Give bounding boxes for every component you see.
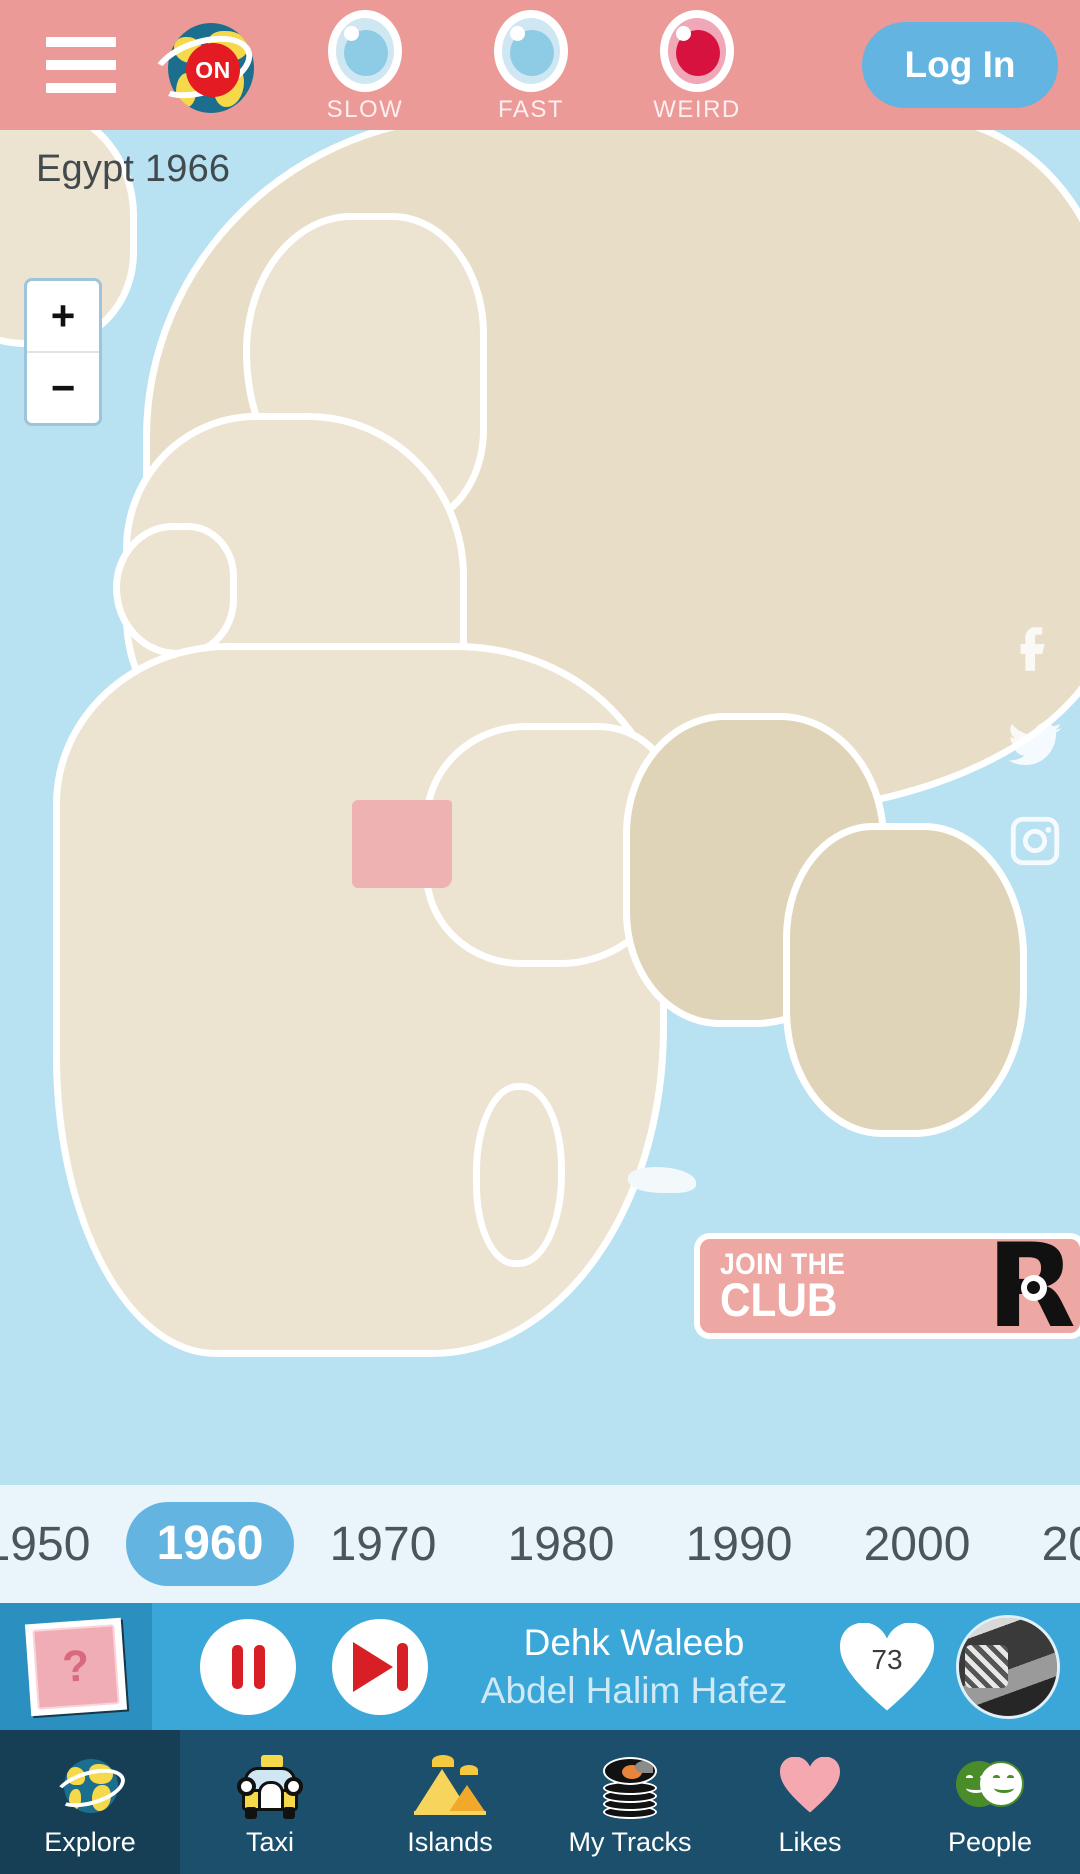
hamburger-bar — [46, 83, 116, 93]
album-sleeve: ? — [24, 1617, 128, 1716]
hamburger-bar — [46, 37, 116, 47]
landmass-madagascar — [480, 1090, 558, 1260]
on-badge: ON — [186, 43, 240, 97]
app-root: ON SLOW FAST WEIRD Log In Egypt 1966 + −… — [0, 0, 1080, 1874]
nav-item-people[interactable]: People — [900, 1730, 1080, 1874]
like-count: 73 — [871, 1643, 903, 1675]
twitter-icon[interactable] — [1006, 716, 1064, 774]
nav-item-taxi[interactable]: Taxi — [180, 1730, 360, 1874]
login-button[interactable]: Log In — [862, 22, 1058, 108]
album-art-placeholder: ? — [60, 1640, 92, 1692]
nav-item-explore[interactable]: Explore — [0, 1730, 180, 1874]
eye-bubble-icon — [660, 10, 734, 92]
island-icon — [414, 1754, 486, 1821]
decade-1950[interactable]: 1950 — [0, 1517, 126, 1572]
nav-label-likes: Likes — [778, 1826, 842, 1857]
decade-1990[interactable]: 1990 — [650, 1517, 828, 1572]
club-banner-line2: CLUB — [720, 1273, 838, 1327]
nav-label-explore: Explore — [44, 1826, 136, 1857]
join-the-club-banner[interactable]: JOIN THE CLUB R — [694, 1233, 1080, 1339]
track-title: Dehk Waleeb — [523, 1622, 745, 1664]
people-smiley-icon — [954, 1755, 1026, 1821]
mode-button-slow[interactable]: SLOW — [318, 6, 412, 124]
hamburger-menu-icon[interactable] — [46, 37, 116, 93]
eye-bubble-icon — [494, 10, 568, 92]
landmass-southeast-asia — [790, 830, 1020, 1130]
bottom-navigation: Explore Taxi Islands My Tracks Likes Peo… — [0, 1730, 1080, 1874]
next-track-button[interactable] — [332, 1618, 428, 1715]
decade-1970[interactable]: 1970 — [294, 1517, 472, 1572]
nav-label-my-tracks: My Tracks — [568, 1826, 692, 1857]
decade-1980[interactable]: 1980 — [472, 1517, 650, 1572]
pause-button[interactable] — [200, 1618, 296, 1715]
next-track-icon — [352, 1641, 408, 1692]
music-player-bar: ? Dehk Waleeb Abdel Halim Hafez 73 — [0, 1603, 1080, 1730]
nav-item-likes[interactable]: Likes — [720, 1730, 900, 1874]
nav-label-my-islands: Islands — [407, 1826, 493, 1857]
track-info: Dehk Waleeb Abdel Halim Hafez — [428, 1619, 840, 1714]
mode-label-weird: WEIRD — [653, 96, 741, 123]
iceberg-decoration — [628, 1167, 696, 1193]
taxi-icon — [234, 1754, 306, 1821]
social-share-rail — [990, 620, 1080, 870]
mode-label-fast: FAST — [497, 96, 564, 123]
world-map[interactable]: Egypt 1966 + − JOIN THE CLUB R — [0, 130, 1080, 1485]
mode-button-weird[interactable]: WEIRD — [650, 6, 744, 124]
nav-label-people: People — [947, 1826, 1033, 1857]
instagram-icon[interactable] — [1006, 812, 1064, 870]
nav-item-islands[interactable]: Islands — [360, 1730, 540, 1874]
timeline-track: 1950 1960 1970 1980 1990 2000 2010 — [0, 1502, 1080, 1586]
mode-selector: SLOW FAST WEIRD — [318, 6, 744, 124]
decade-1960[interactable]: 1960 — [126, 1502, 294, 1586]
user-avatar[interactable] — [956, 1614, 1060, 1719]
decade-timeline[interactable]: 1950 1960 1970 1980 1990 2000 2010 — [0, 1485, 1080, 1603]
decade-2010[interactable]: 2010 — [1006, 1517, 1080, 1572]
pause-icon — [231, 1644, 265, 1689]
map-location-label: Egypt 1966 — [36, 148, 231, 190]
top-header: ON SLOW FAST WEIRD Log In — [0, 0, 1080, 130]
nav-label-taxi: Taxi — [245, 1826, 294, 1857]
album-art[interactable]: ? — [0, 1603, 152, 1730]
facebook-icon[interactable] — [1006, 620, 1064, 678]
landmass-britain — [120, 530, 230, 650]
zoom-in-button[interactable]: + — [27, 281, 99, 351]
like-button[interactable]: 73 — [840, 1623, 934, 1711]
club-mascot-r-icon: R — [987, 1239, 1076, 1333]
track-artist: Abdel Halim Hafez — [480, 1669, 788, 1711]
heart-icon — [774, 1755, 846, 1821]
eye-bubble-icon — [328, 10, 402, 92]
vinyl-stack-icon — [594, 1755, 666, 1821]
mode-button-fast[interactable]: FAST — [484, 6, 578, 124]
mode-label-slow: SLOW — [326, 96, 404, 123]
hamburger-bar — [46, 60, 116, 70]
globe-icon — [50, 1755, 130, 1821]
globe-logo-icon[interactable]: ON — [142, 17, 261, 113]
map-zoom-controls: + − — [24, 278, 102, 426]
zoom-out-button[interactable]: − — [27, 351, 99, 423]
nav-item-my-tracks[interactable]: My Tracks — [540, 1730, 720, 1874]
highlighted-country-egypt[interactable] — [352, 800, 452, 888]
decade-2000[interactable]: 2000 — [828, 1517, 1006, 1572]
